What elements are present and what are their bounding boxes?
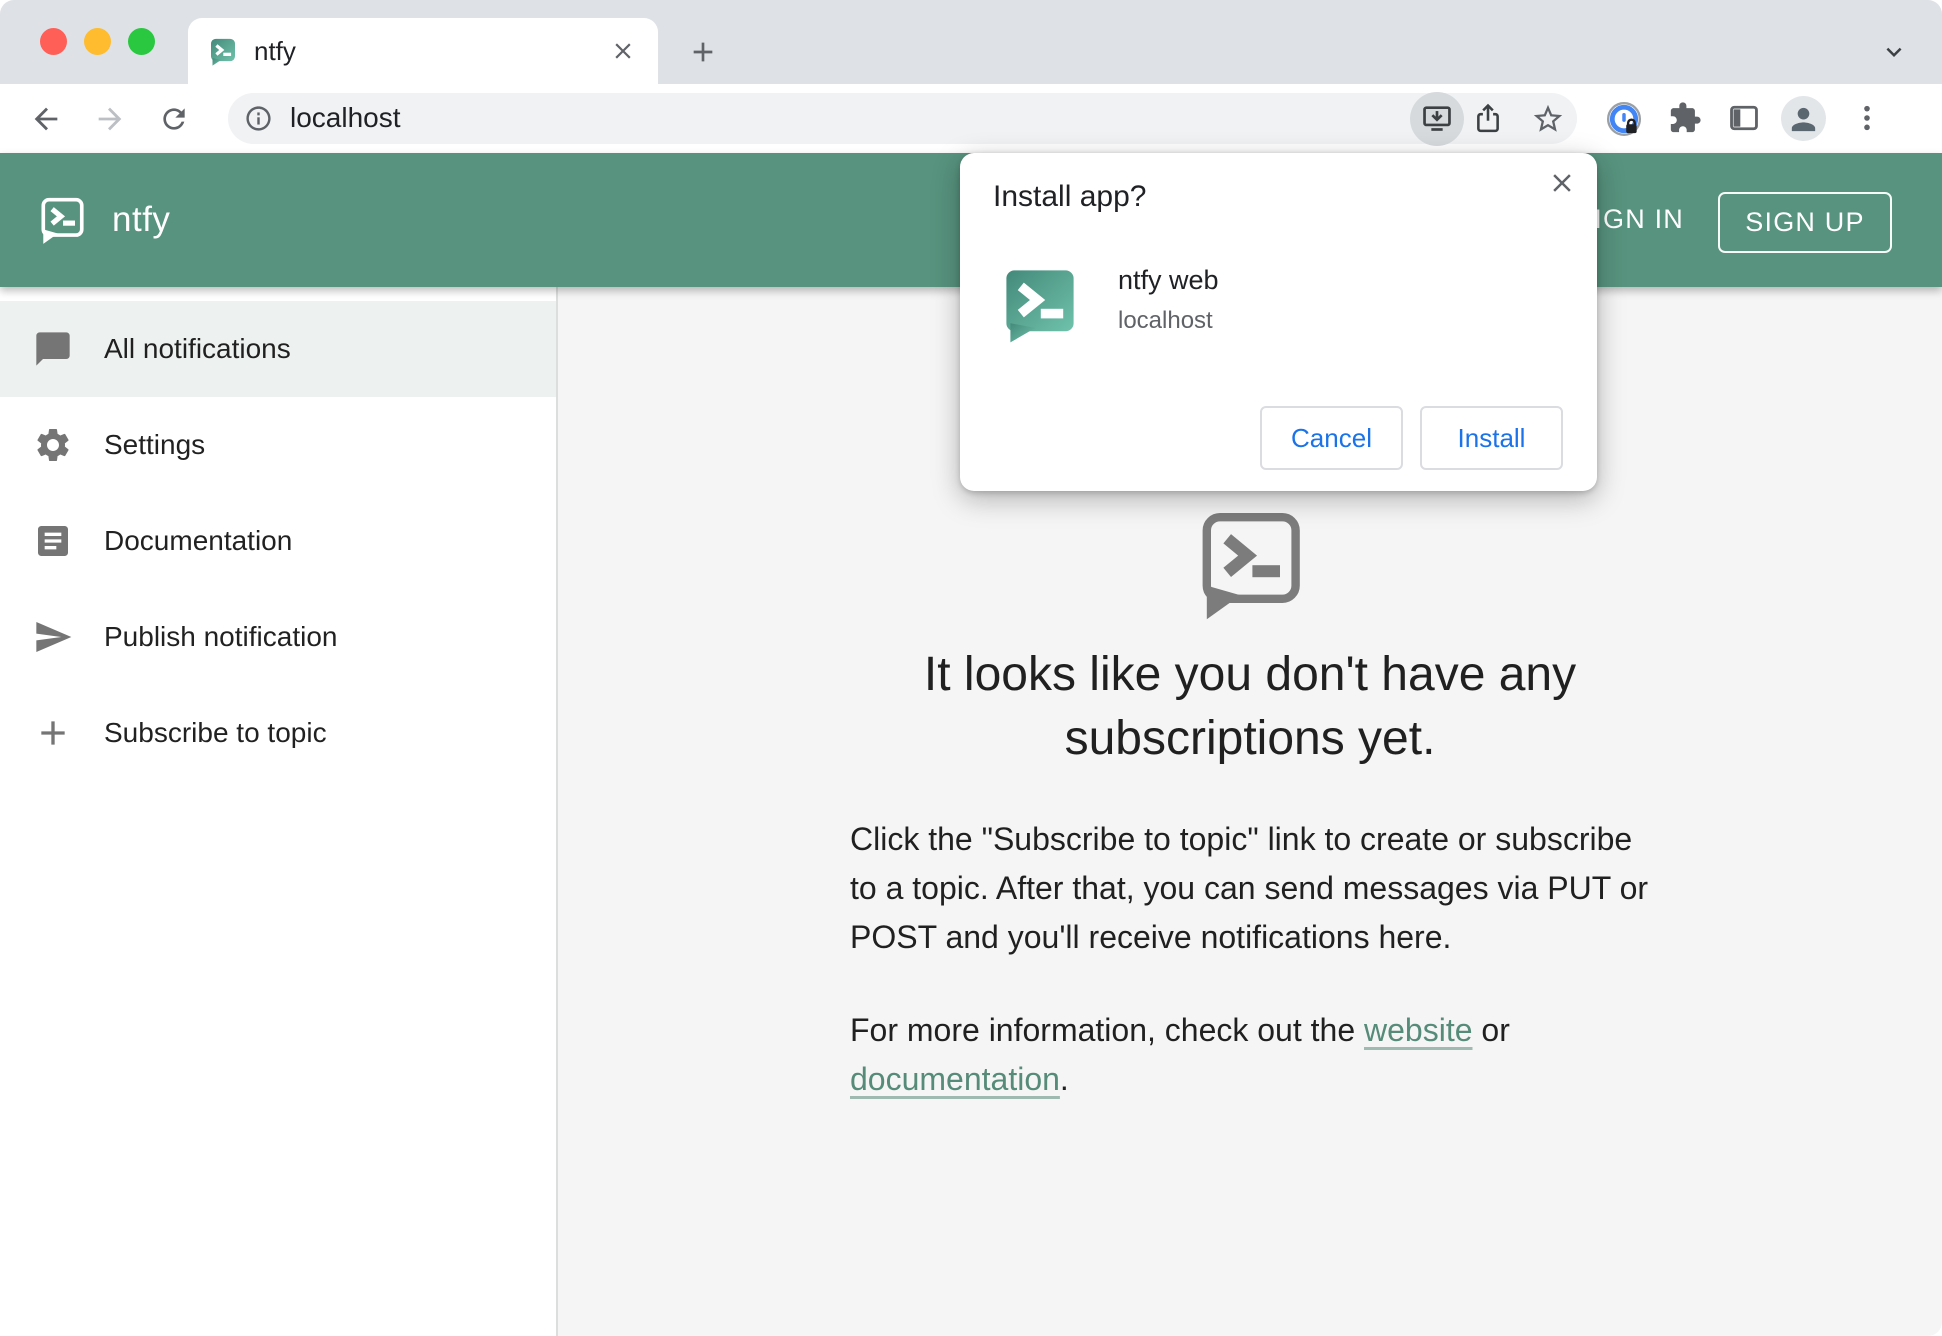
sidebar-item-all-notifications[interactable]: All notifications xyxy=(0,301,556,397)
back-arrow-icon xyxy=(29,102,63,136)
side-panel-button[interactable] xyxy=(1727,101,1761,135)
zoom-window-button[interactable] xyxy=(128,28,155,55)
reload-icon xyxy=(158,103,190,135)
profile-button[interactable] xyxy=(1781,96,1826,141)
brand: ntfy xyxy=(36,153,170,287)
share-icon xyxy=(1471,102,1505,136)
empty-state-title: It looks like you don't have any subscri… xyxy=(850,643,1650,771)
plus-icon xyxy=(687,36,719,68)
sidebar: All notifications Settings Documentation… xyxy=(0,287,558,1336)
browser-window: ntfy localhost xyxy=(0,0,1942,1336)
url-text: localhost xyxy=(290,102,401,134)
bookmark-button[interactable] xyxy=(1531,102,1565,136)
ntfy-favicon xyxy=(208,36,238,67)
traffic-lights xyxy=(40,28,155,55)
ntfy-logo-icon xyxy=(36,193,88,247)
app-origin: localhost xyxy=(1118,307,1219,335)
address-bar[interactable]: localhost xyxy=(228,93,1577,144)
browser-toolbar: localhost xyxy=(0,84,1942,153)
chat-bubble-icon xyxy=(33,329,73,369)
ntfy-app-icon xyxy=(1000,263,1080,345)
forward-button[interactable] xyxy=(92,101,128,137)
browser-tab[interactable]: ntfy xyxy=(188,18,658,84)
documentation-link[interactable]: documentation xyxy=(850,1061,1060,1097)
forward-arrow-icon xyxy=(93,102,127,136)
new-tab-button[interactable] xyxy=(686,35,720,69)
puzzle-icon xyxy=(1668,101,1702,135)
reload-button[interactable] xyxy=(156,101,192,137)
dialog-title: Install app? xyxy=(993,180,1146,214)
three-dots-icon xyxy=(1851,102,1883,134)
side-panel-icon xyxy=(1727,101,1761,135)
article-icon xyxy=(33,521,73,561)
person-icon xyxy=(1786,102,1821,137)
close-icon xyxy=(1547,168,1577,198)
sidebar-item-label: All notifications xyxy=(104,333,291,365)
sidebar-item-label: Settings xyxy=(104,429,205,461)
install-app-dialog: Install app? ntfy web localhost Cancel I… xyxy=(960,153,1597,491)
app-name: ntfy web xyxy=(1118,265,1219,296)
gear-icon xyxy=(33,425,73,465)
back-button[interactable] xyxy=(28,101,64,137)
dialog-close-button[interactable] xyxy=(1545,166,1579,200)
password-lock-icon xyxy=(1605,100,1643,138)
sidebar-item-label: Documentation xyxy=(104,525,292,557)
sidebar-item-subscribe-to-topic[interactable]: Subscribe to topic xyxy=(0,685,556,781)
empty-state: It looks like you don't have any subscri… xyxy=(850,503,1650,1104)
app-title: ntfy xyxy=(112,200,170,240)
empty-state-paragraph: Click the "Subscribe to topic" link to c… xyxy=(850,815,1650,962)
paragraph-text: For more information, check out the xyxy=(850,1012,1364,1048)
sidebar-item-documentation[interactable]: Documentation xyxy=(0,493,556,589)
minimize-window-button[interactable] xyxy=(84,28,111,55)
extensions-button[interactable] xyxy=(1668,101,1702,135)
plus-icon xyxy=(33,713,73,753)
install-icon xyxy=(1420,102,1454,136)
tab-search-button[interactable] xyxy=(1878,36,1910,68)
dialog-buttons: Cancel Install xyxy=(1260,406,1563,470)
password-manager-extension-button[interactable] xyxy=(1605,100,1643,138)
cancel-button[interactable]: Cancel xyxy=(1260,406,1403,470)
paragraph-text: or xyxy=(1473,1012,1510,1048)
sidebar-item-publish-notification[interactable]: Publish notification xyxy=(0,589,556,685)
ntfy-logo-outline-icon xyxy=(1190,503,1310,625)
sidebar-item-label: Publish notification xyxy=(104,621,337,653)
sidebar-item-label: Subscribe to topic xyxy=(104,717,327,749)
share-button[interactable] xyxy=(1471,102,1505,136)
tab-strip: ntfy xyxy=(0,0,1942,84)
tab-title: ntfy xyxy=(254,36,608,67)
install-app-button[interactable] xyxy=(1410,92,1464,146)
tab-close-icon[interactable] xyxy=(608,36,638,66)
paragraph-text: . xyxy=(1060,1061,1069,1097)
empty-state-links-paragraph: For more information, check out the webs… xyxy=(850,1006,1650,1104)
chevron-down-icon xyxy=(1879,37,1909,67)
send-icon xyxy=(33,617,73,657)
install-button[interactable]: Install xyxy=(1420,406,1563,470)
browser-menu-button[interactable] xyxy=(1849,100,1885,136)
sidebar-item-settings[interactable]: Settings xyxy=(0,397,556,493)
site-info-icon[interactable] xyxy=(244,104,273,133)
dialog-app-text: ntfy web localhost xyxy=(1118,263,1219,345)
website-link[interactable]: website xyxy=(1364,1012,1473,1048)
close-window-button[interactable] xyxy=(40,28,67,55)
star-icon xyxy=(1531,102,1565,136)
sign-up-button[interactable]: SIGN UP xyxy=(1718,192,1892,253)
dialog-app-info: ntfy web localhost xyxy=(1000,263,1219,345)
